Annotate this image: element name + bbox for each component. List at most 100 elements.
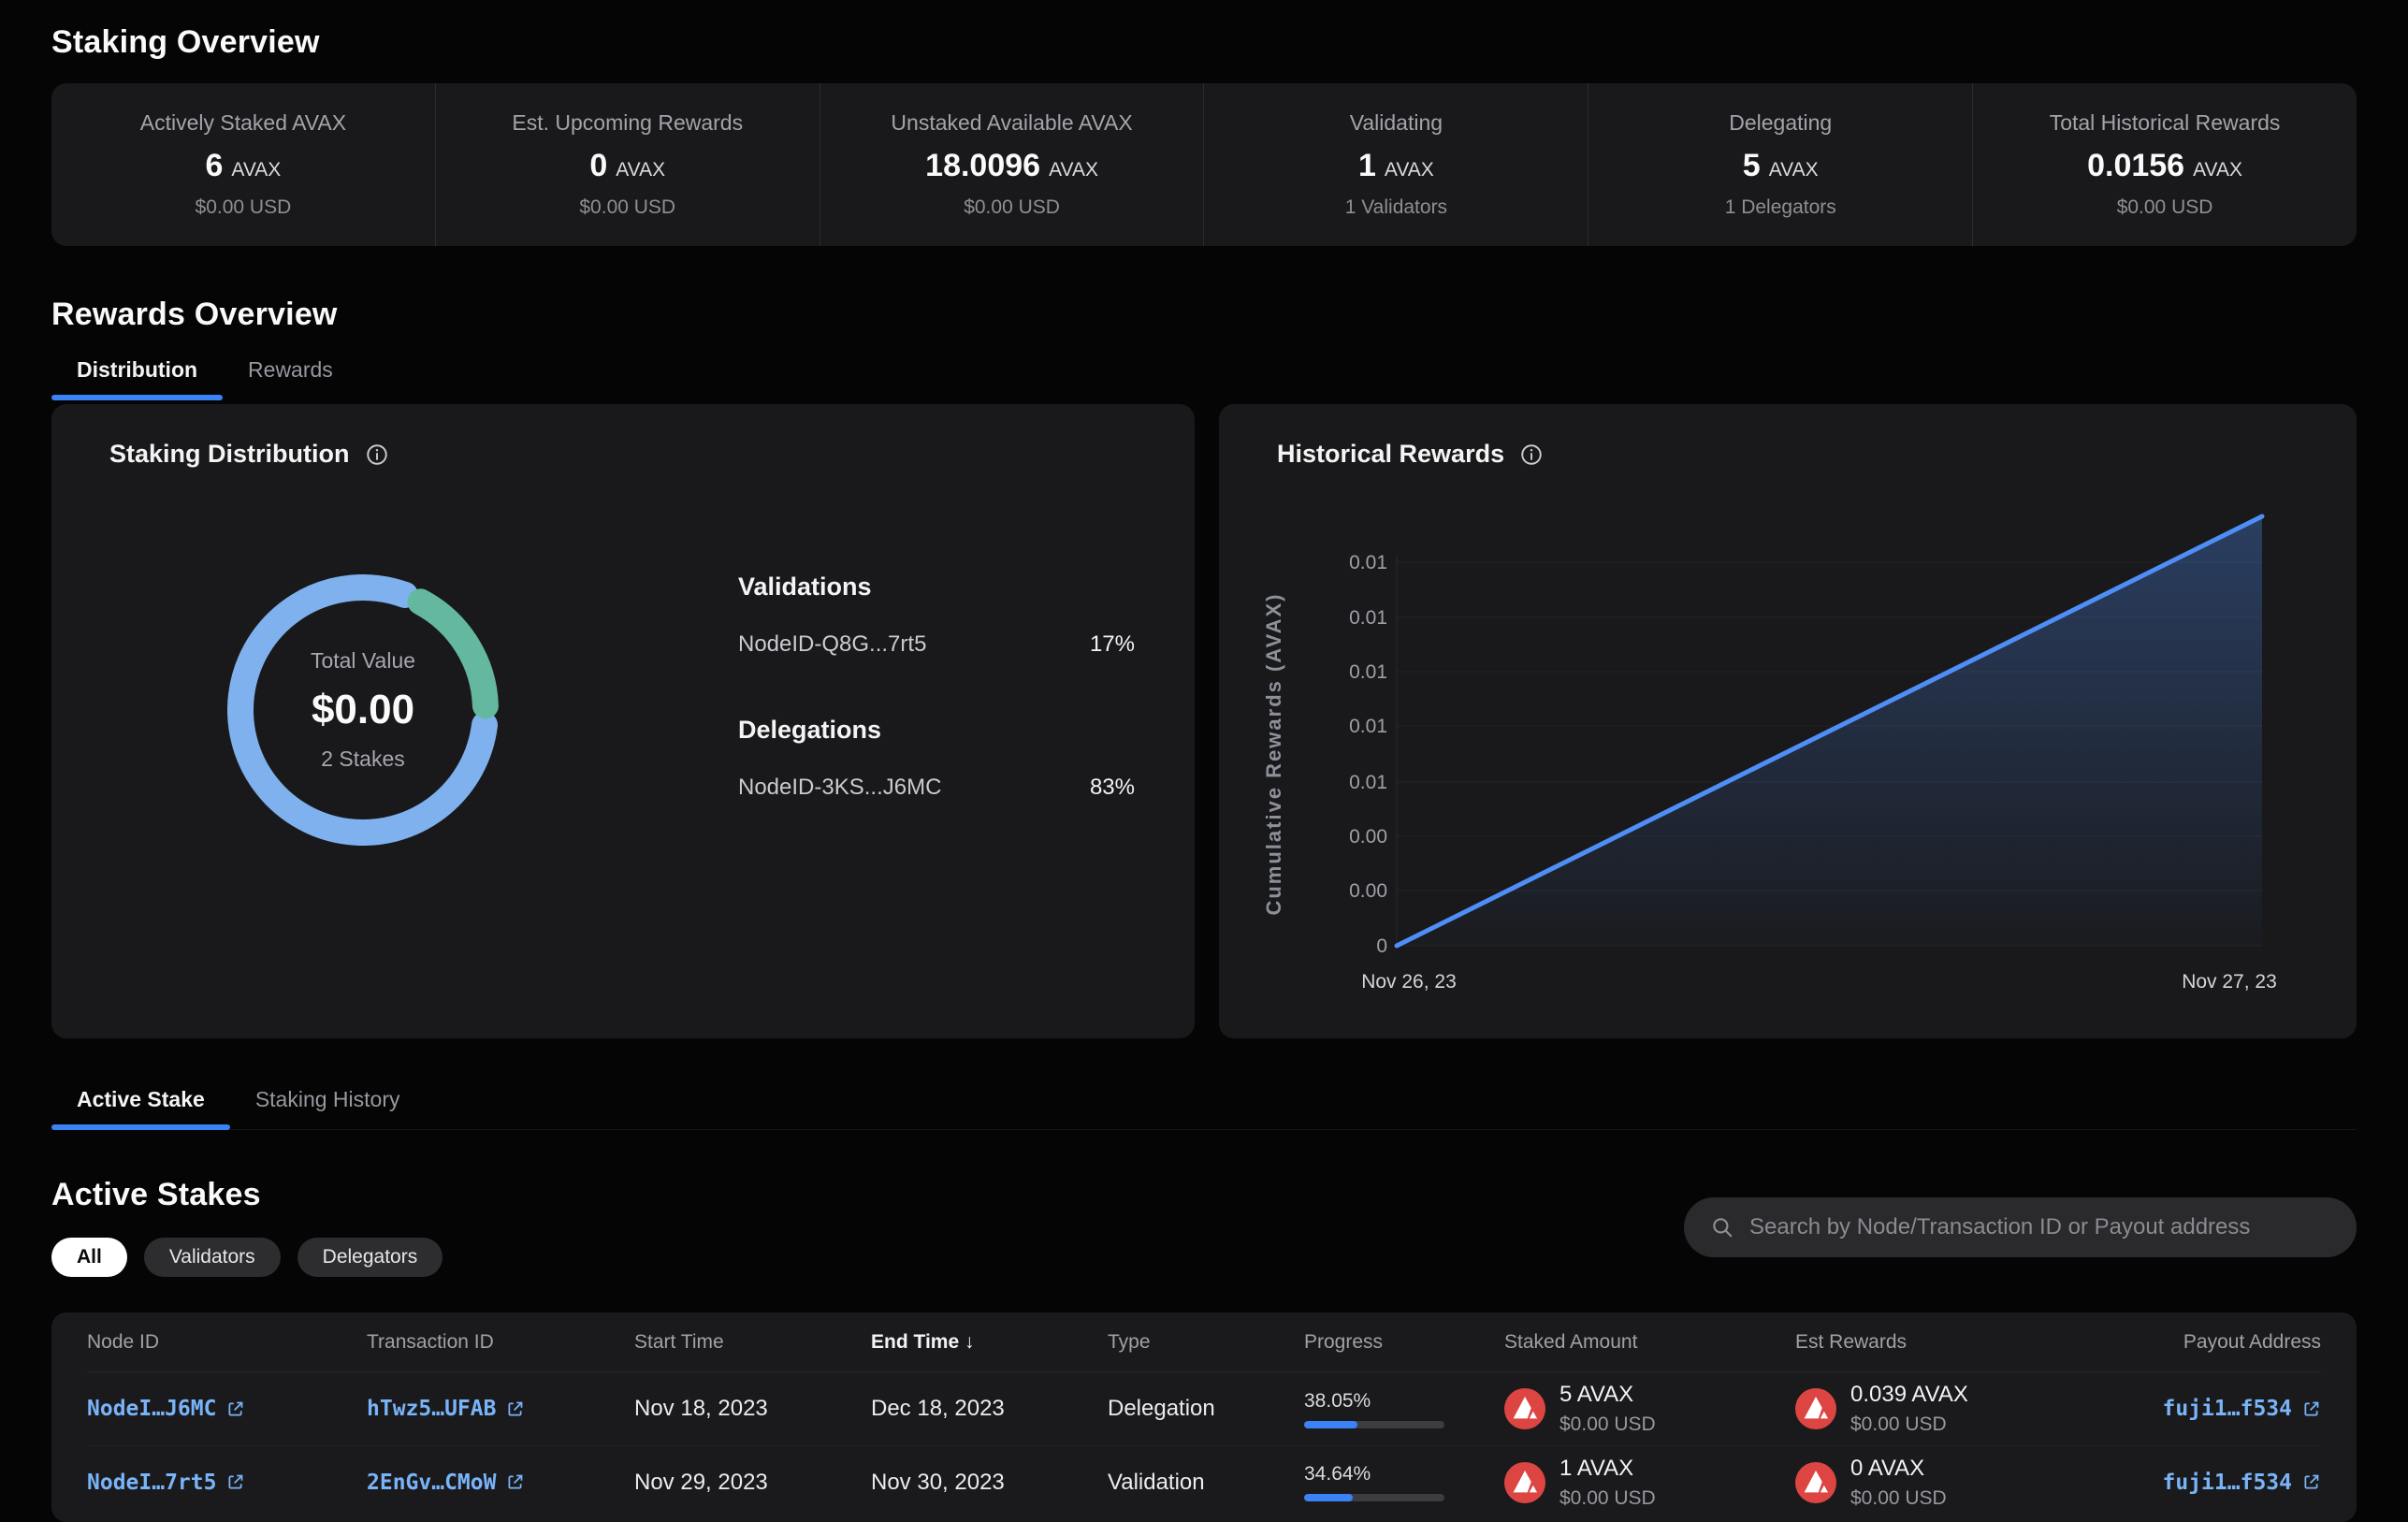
rewards-cards: Staking Distribution Total Value $0.00 2… <box>51 404 2357 1038</box>
rewards-overview-title: Rewards Overview <box>51 297 2357 333</box>
stat-value: 18.0096 <box>925 148 1040 183</box>
info-icon[interactable] <box>1519 442 1544 467</box>
page-title: Staking Overview <box>51 24 2357 61</box>
stat-unit: AVAX <box>1049 159 1098 181</box>
rewards-avax: 0.039 AVAX <box>1850 1382 1968 1408</box>
validations-row: NodeID-Q8G...7rt5 17% <box>738 631 1135 658</box>
progress-bar-fill <box>1304 1494 1353 1501</box>
delegations-node-id: NodeID-3KS...J6MC <box>738 775 941 801</box>
active-stakes-table: Node ID Transaction ID Start Time End Ti… <box>51 1312 2357 1522</box>
est-rewards: 0.039 AVAX $0.00 USD <box>1795 1382 2160 1436</box>
node-id-link[interactable]: NodeI…J6MC <box>87 1397 245 1421</box>
progress-percent: 38.05% <box>1304 1390 1467 1413</box>
end-time: Dec 18, 2023 <box>871 1396 1108 1422</box>
svg-text:0: 0 <box>1376 935 1387 957</box>
staking-overview-stats: Actively Staked AVAX 6AVAX $0.00 USD Est… <box>51 83 2357 246</box>
stat-unit: AVAX <box>1769 159 1819 181</box>
historical-rewards-card-title: Historical Rewards <box>1277 440 1504 469</box>
stat-label: Validating <box>1350 110 1443 136</box>
col-node-id: Node ID <box>87 1331 367 1354</box>
stat-unit: AVAX <box>1385 159 1434 181</box>
tab-rewards[interactable]: Rewards <box>223 357 358 399</box>
svg-text:0.01: 0.01 <box>1349 661 1387 683</box>
stat-label: Est. Upcoming Rewards <box>512 110 743 136</box>
filter-delegators[interactable]: Delegators <box>297 1238 443 1277</box>
progress-bar-fill <box>1304 1421 1357 1428</box>
validations-node-id: NodeID-Q8G...7rt5 <box>738 631 926 658</box>
svg-text:0.01: 0.01 <box>1349 552 1387 573</box>
col-end-time-sort[interactable]: End Time ↓ <box>871 1331 1108 1354</box>
tab-distribution[interactable]: Distribution <box>51 357 223 399</box>
stat-validating: Validating 1AVAX 1 Validators <box>1203 83 1588 246</box>
stakes-search[interactable] <box>1684 1197 2357 1257</box>
historical-rewards-card: Historical Rewards Cumulative Rewards (A… <box>1219 404 2357 1038</box>
table-header-row: Node ID Transaction ID Start Time End Ti… <box>87 1312 2321 1372</box>
stake-type: Delegation <box>1108 1396 1304 1422</box>
donut-center-label: Total Value <box>311 648 415 674</box>
avax-coin-icon <box>1795 1462 1836 1503</box>
search-icon <box>1710 1215 1734 1239</box>
validations-percent: 17% <box>1090 631 1135 658</box>
staked-usd: $0.00 USD <box>1559 1413 1656 1436</box>
end-time: Nov 30, 2023 <box>871 1470 1108 1496</box>
x-axis-end-label: Nov 27, 23 <box>2182 971 2277 993</box>
stat-unit: AVAX <box>2193 159 2242 181</box>
svg-text:0.01: 0.01 <box>1349 607 1387 629</box>
info-icon[interactable] <box>365 442 389 467</box>
stat-label: Actively Staked AVAX <box>140 110 346 136</box>
external-link-icon <box>505 1472 525 1492</box>
rewards-usd: $0.00 USD <box>1850 1413 1968 1436</box>
staking-distribution-donut: Total Value $0.00 2 Stakes <box>227 574 499 846</box>
filter-validators[interactable]: Validators <box>144 1238 281 1277</box>
stat-label: Delegating <box>1729 110 1832 136</box>
stake-type: Validation <box>1108 1470 1304 1496</box>
rewards-tabbar: Distribution Rewards <box>51 357 2357 399</box>
transaction-id-link[interactable]: 2EnGv…CMoW <box>367 1471 525 1495</box>
table-row: NodeI…J6MC hTwz5…UFAB Nov 18, 2023 Dec 1… <box>87 1372 2321 1445</box>
delegations-heading: Delegations <box>738 716 1135 745</box>
col-start-time: Start Time <box>634 1331 871 1354</box>
start-time: Nov 18, 2023 <box>634 1396 871 1422</box>
filter-all[interactable]: All <box>51 1238 127 1277</box>
tab-active-stake[interactable]: Active Stake <box>51 1087 230 1129</box>
progress-percent: 34.64% <box>1304 1463 1467 1486</box>
tab-staking-history[interactable]: Staking History <box>230 1087 426 1129</box>
node-id-link[interactable]: NodeI…7rt5 <box>87 1471 245 1495</box>
external-link-icon <box>2301 1399 2321 1419</box>
svg-text:0.00: 0.00 <box>1349 880 1387 902</box>
stat-sub: 1 Delegators <box>1725 196 1836 219</box>
stat-label: Total Historical Rewards <box>2050 110 2281 136</box>
delegations-percent: 83% <box>1090 775 1135 801</box>
stat-unit: AVAX <box>616 159 665 181</box>
external-link-icon <box>225 1399 245 1419</box>
stake-filters: All Validators Delegators <box>51 1238 442 1277</box>
sort-down-icon: ↓ <box>965 1331 975 1353</box>
est-rewards: 0 AVAX $0.00 USD <box>1795 1456 2160 1510</box>
avax-coin-icon <box>1795 1388 1836 1429</box>
staked-amount: 5 AVAX $0.00 USD <box>1504 1382 1795 1436</box>
stat-sub: $0.00 USD <box>964 196 1060 219</box>
search-input[interactable] <box>1749 1214 2330 1240</box>
col-payout-address: Payout Address <box>2160 1331 2321 1354</box>
stakes-tabbar: Active Stake Staking History <box>51 1087 2357 1130</box>
delegations-row: NodeID-3KS...J6MC 83% <box>738 775 1135 801</box>
stat-upcoming-rewards: Est. Upcoming Rewards 0AVAX $0.00 USD <box>435 83 820 246</box>
stat-total-historical-rewards: Total Historical Rewards 0.0156AVAX $0.0… <box>1972 83 2357 246</box>
y-axis-label: Cumulative Rewards (AVAX) <box>1262 592 1285 915</box>
transaction-id-link[interactable]: hTwz5…UFAB <box>367 1397 525 1421</box>
col-progress: Progress <box>1304 1331 1504 1354</box>
svg-text:0.00: 0.00 <box>1349 826 1387 848</box>
rewards-usd: $0.00 USD <box>1850 1487 1947 1510</box>
donut-center-sub: 2 Stakes <box>321 747 405 772</box>
payout-address-link[interactable]: fuji1…f534 <box>2163 1471 2321 1495</box>
progress-indicator: 38.05% <box>1304 1390 1504 1428</box>
col-staked-amount: Staked Amount <box>1504 1331 1795 1354</box>
staked-avax: 5 AVAX <box>1559 1382 1656 1408</box>
payout-address-link[interactable]: fuji1…f534 <box>2163 1397 2321 1421</box>
col-transaction-id: Transaction ID <box>367 1331 634 1354</box>
avax-coin-icon <box>1504 1388 1545 1429</box>
active-stakes-header: Active Stakes All Validators Delegators <box>51 1177 2357 1277</box>
stat-label: Unstaked Available AVAX <box>891 110 1132 136</box>
stat-value: 0.0156 <box>2087 148 2184 183</box>
stat-value: 1 <box>1358 148 1376 183</box>
